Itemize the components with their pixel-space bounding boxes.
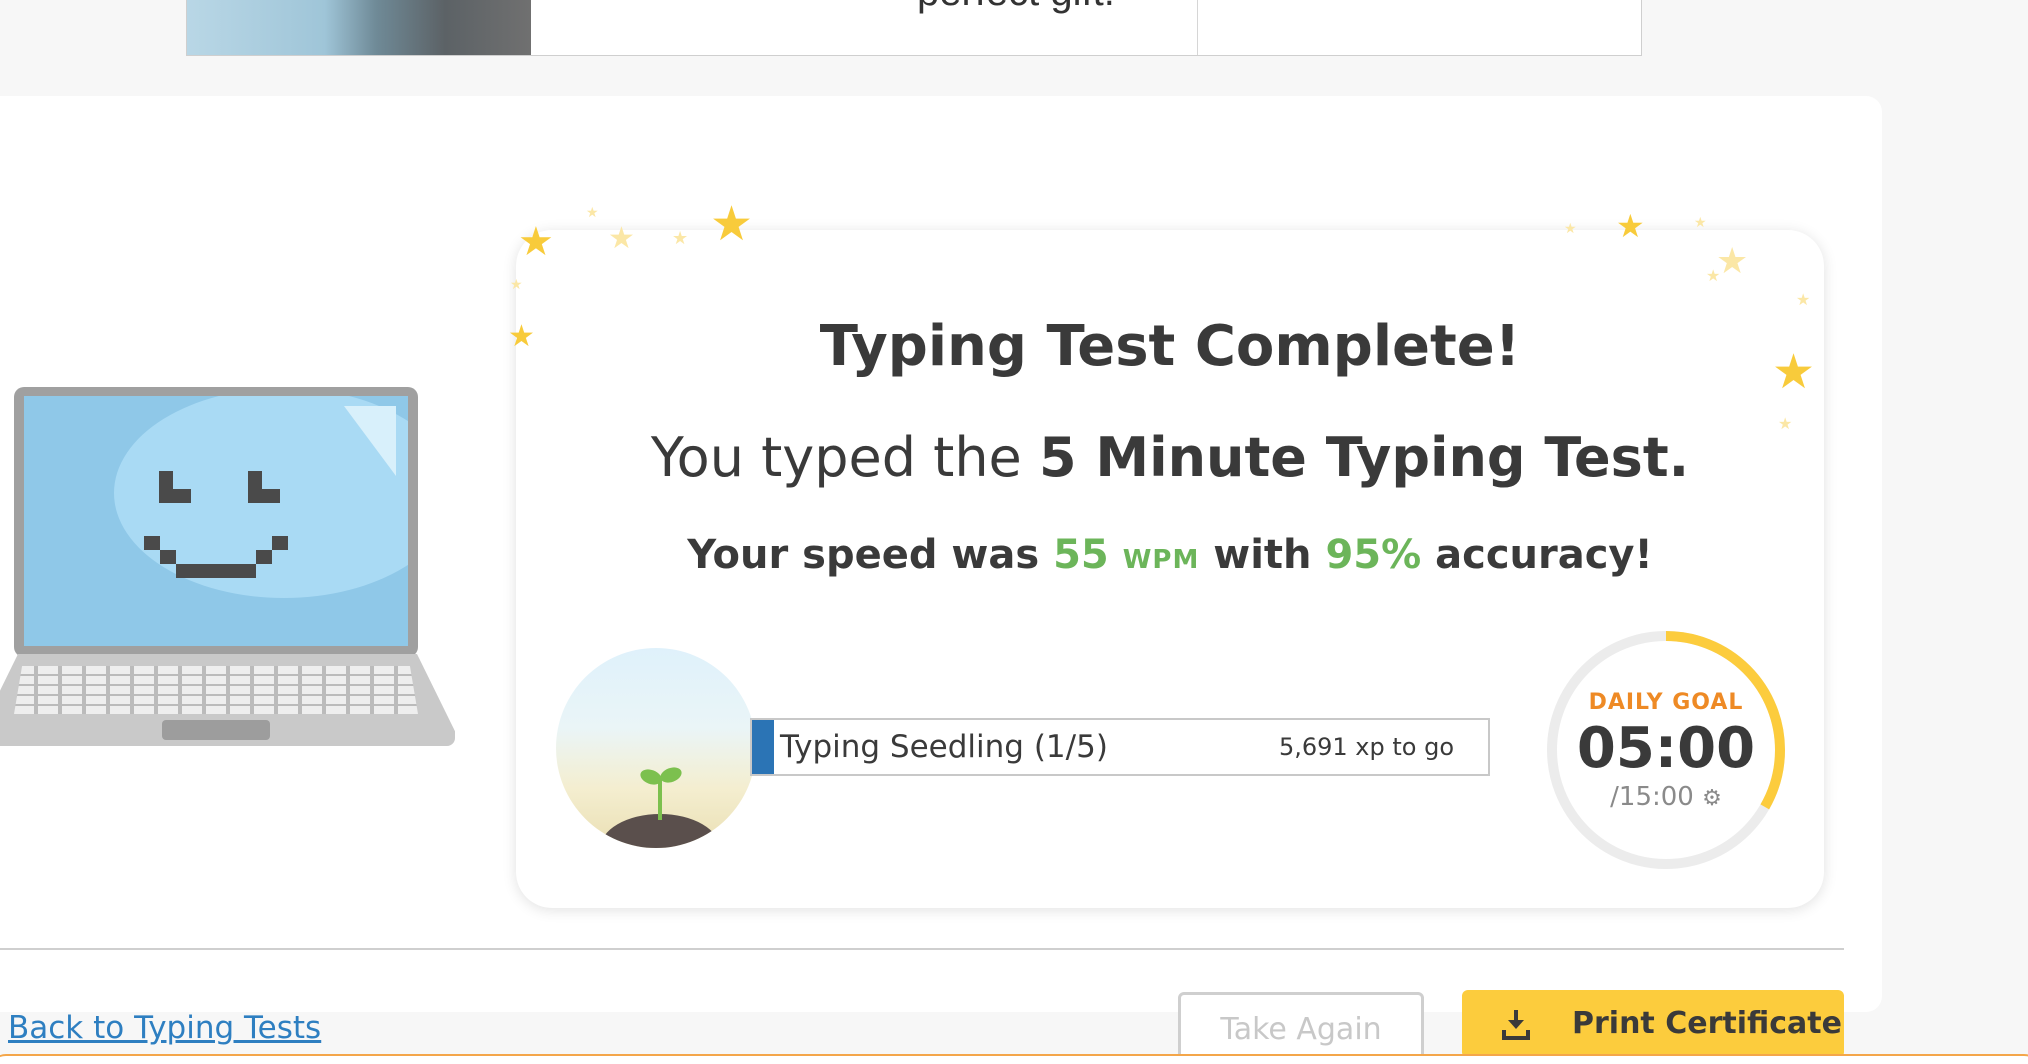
smile-icon (176, 564, 256, 578)
ad-banner[interactable]: perfect gift. (186, 0, 1642, 56)
star-icon: ★ (608, 221, 635, 256)
speed-suffix: accuracy! (1421, 532, 1653, 578)
right-eye-icon (248, 489, 280, 503)
print-certificate-button[interactable]: Print Certificate (1462, 990, 1844, 1058)
star-icon: ★ (1616, 207, 1645, 245)
smile-icon (144, 536, 160, 550)
ad-image (187, 0, 531, 55)
daily-goal-time: 05:00 (1576, 716, 1756, 781)
download-icon (1502, 1010, 1530, 1040)
wpm-unit: WPM (1122, 545, 1200, 575)
star-icon: ★ (1706, 266, 1721, 285)
level-progress-fill (752, 720, 775, 774)
badge-leaf (658, 764, 684, 786)
star-icon: ★ (1796, 290, 1811, 309)
result-subtitle: You typed the 5 Minute Typing Test. (516, 426, 1824, 489)
star-icon: ★ (1716, 241, 1749, 282)
left-eye-icon (159, 489, 191, 503)
section-divider (0, 948, 1844, 950)
speed-middle: with (1199, 532, 1326, 578)
level-label: Typing Seedling (1/5) (780, 729, 1108, 765)
daily-goal-ring[interactable]: DAILY GOAL 05:00 /15:00 ⚙ (1542, 626, 1790, 874)
daily-goal-total-value: /15:00 (1610, 782, 1694, 812)
laptop-mascot-icon (0, 384, 455, 756)
star-icon: ★ (672, 228, 689, 249)
back-to-typing-tests-link[interactable]: Back to Typing Tests (8, 1010, 321, 1046)
badge-stem (658, 780, 662, 820)
level-progress-bar: Typing Seedling (1/5) 5,691 xp to go (750, 718, 1490, 776)
star-icon: ★ (586, 205, 599, 221)
accuracy-value: 95% (1325, 532, 1422, 578)
ad-text: perfect gift. (917, 0, 1115, 15)
xp-remaining: 5,691 xp to go (1278, 733, 1454, 761)
star-icon: ★ (710, 196, 754, 252)
test-name: 5 Minute Typing Test. (1038, 426, 1690, 489)
star-icon: ★ (510, 277, 523, 293)
smile-icon (272, 536, 288, 550)
wpm-value: 55 (1053, 532, 1109, 578)
subtitle-prefix: You typed the (650, 426, 1039, 489)
seedling-icon (556, 648, 756, 848)
gear-icon[interactable]: ⚙ (1702, 786, 1722, 811)
daily-goal-total: /15:00 ⚙ (1542, 782, 1790, 812)
speed-summary: Your speed was 55 WPM with 95% accuracy! (516, 532, 1824, 578)
result-title: Typing Test Complete! (819, 314, 1521, 379)
star-icon: ★ (1564, 221, 1577, 237)
ad-divider (1197, 0, 1198, 55)
print-certificate-label: Print Certificate (1572, 1006, 1842, 1041)
laptop-keyboard (14, 666, 418, 714)
daily-goal-label: DAILY GOAL (1588, 690, 1744, 715)
smile-icon (256, 550, 272, 564)
result-card: ★ ★ ★ ★ ★ ★ ★ ★ ★ ★ ★ ★ ★ ★ ★ Typing Tes… (508, 200, 1824, 908)
smile-icon (160, 550, 176, 564)
star-icon: ★ (518, 219, 554, 265)
laptop-screen (24, 396, 408, 646)
laptop-trackpad (162, 720, 270, 740)
results-panel: ★ ★ ★ ★ ★ ★ ★ ★ ★ ★ ★ ★ ★ ★ ★ Typing Tes… (0, 96, 1882, 1064)
speed-prefix: Your speed was (687, 532, 1054, 578)
next-section-edge (0, 1054, 2028, 1064)
star-icon: ★ (1694, 215, 1707, 231)
